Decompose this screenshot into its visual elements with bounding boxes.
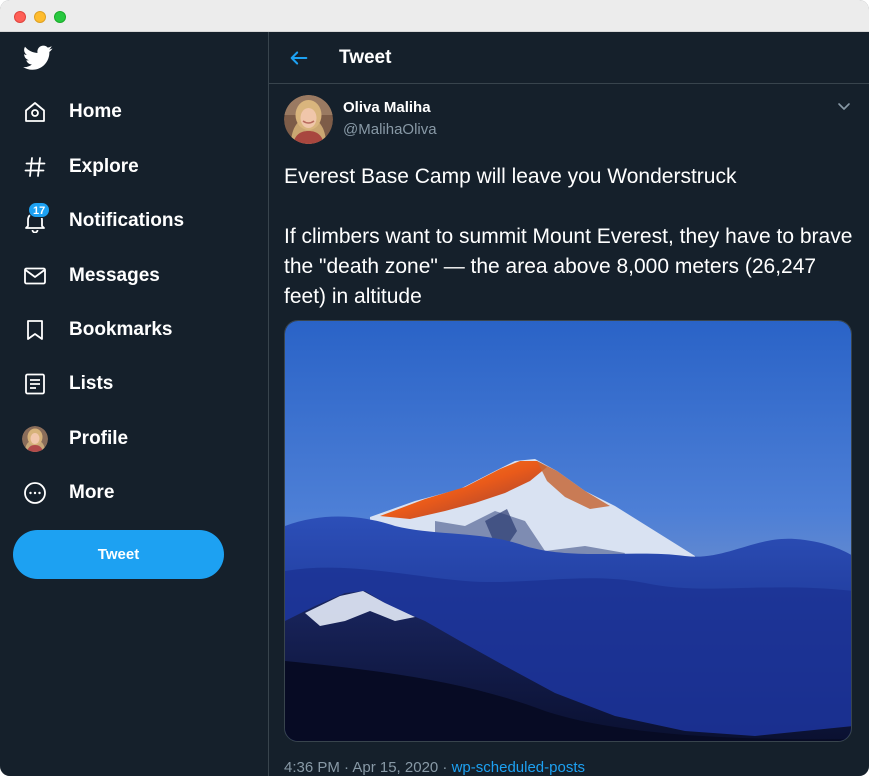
chevron-down-icon[interactable] (836, 98, 852, 114)
nav-label: Lists (69, 373, 114, 394)
hashtag-icon (22, 154, 48, 180)
author-avatar[interactable] (284, 95, 333, 144)
page-title: Tweet (339, 47, 392, 68)
nav-label: Explore (69, 156, 139, 177)
notification-badge: 17 (28, 202, 51, 218)
tweet-timestamp: 4:36 PM · Apr 15, 2020 · (284, 759, 452, 776)
maximize-window-button[interactable] (54, 11, 66, 23)
nav-label: Messages (69, 265, 160, 286)
nav-item-profile[interactable]: Profile (12, 417, 242, 461)
more-circle-icon (22, 480, 48, 506)
nav-item-notifications[interactable]: 17 Notifications (12, 199, 242, 243)
page-header: Tweet (269, 32, 869, 84)
envelope-icon (22, 263, 48, 289)
nav-item-home[interactable]: Home (12, 90, 242, 134)
tweet-text: Everest Base Camp will leave you Wonders… (284, 165, 853, 308)
nav-label: More (69, 482, 115, 503)
sidebar: Home Explore 17 Notifications Messages B… (0, 32, 269, 776)
nav-item-messages[interactable]: Messages (12, 254, 242, 298)
list-icon (22, 371, 48, 397)
close-window-button[interactable] (14, 11, 26, 23)
nav-item-lists[interactable]: Lists (12, 362, 242, 406)
main-column: Tweet Oliva Maliha @MalihaOliva Everest … (269, 32, 869, 776)
app-window: Home Explore 17 Notifications Messages B… (0, 0, 869, 776)
bookmark-icon (22, 317, 48, 343)
title-bar (0, 0, 869, 32)
tweet-source-link[interactable]: wp-scheduled-posts (452, 759, 585, 776)
nav-item-bookmarks[interactable]: Bookmarks (12, 308, 242, 352)
author-handle[interactable]: @MalihaOliva (343, 121, 437, 138)
nav-item-more[interactable]: More (12, 471, 242, 515)
bell-icon: 17 (22, 202, 51, 234)
minimize-window-button[interactable] (34, 11, 46, 23)
twitter-bird-icon[interactable] (23, 45, 53, 71)
nav-label: Bookmarks (69, 319, 173, 340)
nav-label: Home (69, 101, 122, 122)
nav-item-explore[interactable]: Explore (12, 145, 242, 189)
back-arrow-icon[interactable] (288, 47, 310, 69)
tweet-meta: 4:36 PM · Apr 15, 2020 · wp-scheduled-po… (284, 759, 585, 776)
tweet-button[interactable]: Tweet (13, 530, 224, 579)
nav-label: Profile (69, 428, 129, 449)
home-icon (22, 99, 48, 125)
author-name[interactable]: Oliva Maliha (343, 99, 431, 116)
nav-label: Notifications (69, 210, 185, 231)
avatar (22, 426, 48, 452)
tweet-image[interactable] (284, 320, 852, 742)
